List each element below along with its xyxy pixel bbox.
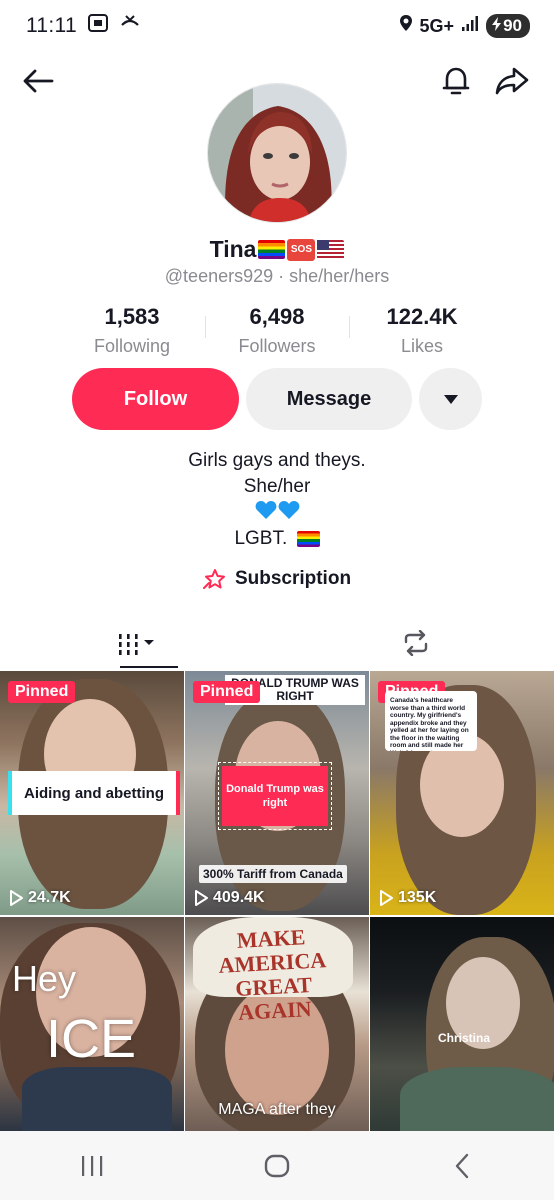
home-button[interactable] (237, 1136, 317, 1196)
stat-divider (205, 316, 206, 338)
video-caption-overlay: ICE (46, 1009, 137, 1069)
sos-emoji-icon: SOS (287, 238, 316, 261)
suggested-accounts-button[interactable] (419, 368, 482, 430)
subscription-link[interactable]: Subscription (0, 568, 554, 590)
rainbow-flag-icon (258, 240, 286, 259)
stat-label: Following (93, 336, 171, 356)
profile-actions: Follow Message (72, 368, 482, 430)
pinned-badge: Pinned (8, 681, 76, 703)
subscription-star-icon (202, 569, 225, 589)
tab-reposts[interactable] (277, 616, 554, 670)
chevron-left-icon (455, 1153, 468, 1178)
back-button[interactable] (16, 56, 60, 106)
stat-following[interactable]: 1,583 Following (60, 304, 204, 357)
recent-apps-icon (82, 1155, 103, 1176)
video-caption-overlay: Hey (12, 958, 77, 999)
system-nav-bar (0, 1131, 554, 1200)
stat-likes: 122.4K Likes (350, 304, 494, 357)
back-arrow-icon (23, 69, 54, 93)
bio-line: LGBT. (234, 528, 288, 549)
video-thumbnail[interactable]: MAKE AMERICA GREAT AGAIN MAGA after they (185, 917, 369, 1131)
blue-heart-icon (255, 501, 276, 519)
stat-label: Followers (238, 336, 316, 356)
view-count-value: 135K (398, 889, 437, 906)
home-icon (264, 1154, 290, 1177)
pinned-badge: Pinned (193, 681, 261, 703)
profile-avatar[interactable] (207, 83, 347, 223)
stat-value: 1,583 (104, 304, 160, 329)
video-caption-overlay: Donald Trump was right (218, 762, 332, 830)
cap-text: MAKE AMERICA GREAT AGAIN (217, 924, 327, 1025)
video-caption-overlay: 300% Tariff from Canada (199, 865, 347, 883)
view-count-value: 24.7K (28, 889, 71, 906)
profile-bio: Girls gays and theys. She/her LGBT. (0, 448, 554, 552)
content-tabs (0, 616, 554, 670)
tab-videos[interactable] (0, 616, 277, 670)
active-tab-indicator (120, 666, 178, 668)
bio-line-lgbt: LGBT. (0, 526, 554, 552)
stat-divider (349, 316, 350, 338)
profile-stats: 1,583 Following 6,498 Followers 122.4K L… (60, 304, 494, 357)
bio-line: Girls gays and theys. (188, 450, 366, 471)
view-count: 409.4K (194, 889, 265, 907)
stat-followers[interactable]: 6,498 Followers (205, 304, 349, 357)
system-back-button[interactable] (422, 1136, 502, 1196)
status-time: 11:11 (26, 14, 77, 37)
play-icon (195, 890, 208, 906)
notification-button[interactable] (434, 56, 478, 106)
network-type: 5G+ (419, 15, 455, 36)
video-thumbnail[interactable]: Christina (370, 917, 554, 1131)
handle-separator: · (278, 266, 285, 286)
play-icon (10, 890, 23, 906)
recent-apps-button[interactable] (52, 1136, 132, 1196)
location-icon (399, 14, 413, 38)
missed-call-icon (119, 13, 141, 39)
video-thumbnail[interactable]: Pinned Canada's healthcare worse than a … (370, 671, 554, 915)
share-icon (495, 67, 529, 95)
display-name-row: Tina SOS (0, 236, 554, 263)
pronouns: she/her/hers (289, 266, 390, 286)
bio-hearts-line (0, 500, 554, 526)
video-grid: Pinned Aiding and abetting 24.7K DONALD … (0, 671, 554, 1131)
stat-value: 6,498 (249, 304, 305, 329)
stat-value: 122.4K (386, 304, 458, 329)
bio-line: She/her (243, 476, 311, 497)
signal-icon (461, 15, 479, 38)
battery-level: 90 (503, 16, 522, 35)
follow-button[interactable]: Follow (72, 368, 239, 430)
stat-label: Likes (400, 336, 444, 356)
video-thumbnail[interactable]: Hey ICE (0, 917, 184, 1131)
subscription-label: Subscription (234, 568, 352, 589)
display-name: Tina (209, 236, 257, 262)
video-caption-overlay: Aiding and abetting (8, 771, 180, 815)
view-count: 24.7K (9, 889, 71, 907)
play-icon (380, 890, 393, 906)
rainbow-flag-icon (296, 530, 320, 547)
message-button[interactable]: Message (246, 368, 412, 430)
video-caption-overlay: MAGA after they (218, 1101, 336, 1118)
share-button[interactable] (490, 56, 534, 106)
status-bar: 11:11 5G+ 90 (0, 0, 554, 52)
video-caption-overlay: Christina (438, 1031, 491, 1045)
video-thumbnail[interactable]: DONALD TRUMP WAS RIGHT Pinned Donald Tru… (185, 671, 369, 915)
caret-down-icon (443, 394, 458, 404)
charging-icon (492, 16, 502, 36)
repost-icon (404, 630, 427, 656)
blue-heart-icon (278, 501, 299, 519)
video-thumbnail[interactable]: Pinned Aiding and abetting 24.7K (0, 671, 184, 915)
battery-indicator: 90 (486, 14, 530, 38)
handle: @teeners929 (164, 266, 274, 286)
videos-grid-icon (118, 634, 154, 655)
view-count-value: 409.4K (213, 889, 265, 906)
comment-reply-overlay: Canada's healthcare worse than a third w… (385, 691, 477, 751)
bell-icon (442, 67, 470, 95)
view-count: 135K (379, 889, 436, 907)
handle-row: @teeners929 · she/her/hers (0, 266, 554, 287)
screenshot-icon (87, 13, 109, 39)
us-flag-icon (317, 240, 345, 259)
